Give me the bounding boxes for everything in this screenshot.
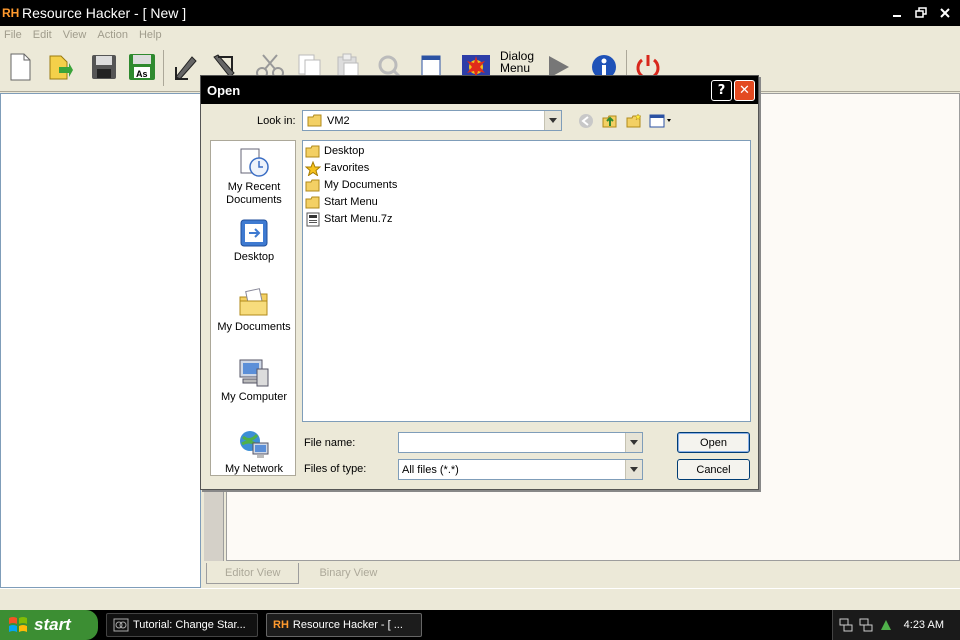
save-icon[interactable] [88, 50, 120, 84]
file-name: Favorites [324, 162, 370, 174]
look-in-value: VM2 [327, 114, 350, 127]
windows-logo-icon [9, 617, 27, 632]
browser-window-icon [113, 618, 129, 632]
archive-file-icon [306, 212, 320, 226]
task-label: Resource Hacker - [ ... [292, 619, 403, 631]
place-my-recent-documents[interactable]: My Recent Documents [211, 147, 297, 207]
places-bar: My Recent Documents Desktop My Documents… [210, 140, 296, 476]
open-file-icon[interactable] [44, 50, 76, 84]
file-name-label: File name: [304, 437, 356, 449]
file-name-input[interactable] [398, 432, 643, 453]
taskbar: start Tutorial: Change Star... RH Resour… [0, 610, 960, 640]
place-label: My Network [224, 463, 284, 475]
folder-icon [305, 179, 320, 191]
place-my-computer[interactable]: My Computer [211, 357, 297, 404]
taskbar-item-tutorial[interactable]: Tutorial: Change Star... [106, 613, 258, 637]
up-folder-icon[interactable] [601, 112, 619, 130]
my-documents-icon [239, 288, 268, 316]
dialog-menu-button[interactable]: Dialog Menu [500, 50, 534, 74]
place-label: My Documents [217, 321, 291, 333]
start-button[interactable]: start [0, 610, 98, 640]
file-list[interactable]: Desktop Favorites My Documents Start Men… [302, 140, 751, 422]
menubar: File Edit View Action Help [0, 26, 960, 44]
view-tabs: Editor View Binary View [204, 563, 960, 588]
list-item[interactable]: Start Menu.7z [305, 211, 392, 227]
look-in-label: Look in: [257, 115, 296, 127]
import-icon[interactable] [170, 50, 202, 84]
file-name: Start Menu [324, 196, 378, 208]
chevron-down-icon[interactable] [625, 460, 642, 479]
app-title: Resource Hacker - [ New ] [22, 5, 187, 21]
dialog-close-button[interactable]: ✕ [734, 80, 755, 101]
chevron-down-icon[interactable] [544, 111, 561, 130]
place-label: My Recent [227, 181, 281, 193]
place-label: Documents [226, 194, 282, 206]
menu-help[interactable]: Help [139, 29, 162, 41]
close-icon[interactable] [934, 3, 956, 23]
view-menu-icon[interactable] [649, 112, 673, 130]
list-item[interactable]: My Documents [305, 177, 397, 193]
menu-file[interactable]: File [4, 29, 22, 41]
open-button[interactable]: Open [677, 432, 750, 453]
task-label: Tutorial: Change Star... [133, 619, 246, 631]
dialog-title: Open [207, 82, 241, 98]
network-icon[interactable] [859, 618, 873, 632]
resource-tree-pane[interactable] [0, 93, 201, 588]
new-file-icon[interactable] [4, 50, 36, 84]
my-network-icon [240, 431, 269, 458]
help-button[interactable]: ? [711, 80, 732, 101]
folder-icon [305, 145, 320, 157]
place-label: My Computer [220, 391, 288, 403]
list-item[interactable]: Favorites [305, 160, 369, 176]
file-name: Start Menu.7z [324, 213, 393, 225]
folder-icon [305, 196, 320, 208]
menu-label: Menu [500, 61, 531, 75]
place-desktop[interactable]: Desktop [211, 217, 297, 264]
svg-text:As: As [136, 69, 148, 79]
menu-action[interactable]: Action [97, 29, 128, 41]
navigation-icons [577, 112, 673, 130]
safely-remove-icon[interactable] [879, 618, 893, 632]
start-label: start [34, 615, 71, 634]
list-item[interactable]: Start Menu [305, 194, 378, 210]
restore-icon[interactable] [910, 3, 932, 23]
place-my-network[interactable]: My Network [211, 429, 297, 476]
new-folder-icon[interactable] [625, 112, 643, 130]
network-icon[interactable] [839, 618, 853, 632]
app-logo-small: RH [273, 619, 289, 631]
file-name: Desktop [324, 145, 365, 157]
look-in-dropdown[interactable]: VM2 [302, 110, 562, 131]
folder-icon [307, 114, 322, 127]
save-as-icon[interactable]: As [126, 50, 158, 84]
file-name: My Documents [324, 179, 398, 191]
cancel-button[interactable]: Cancel [677, 459, 750, 480]
recent-documents-icon [240, 148, 269, 177]
app-titlebar[interactable]: RH Resource Hacker - [ New ] [0, 0, 960, 26]
menu-edit[interactable]: Edit [33, 29, 52, 41]
desktop-icon [240, 219, 268, 247]
app-logo: RH [2, 6, 20, 20]
clock: 4:23 AM [903, 619, 944, 631]
tab-binary-view[interactable]: Binary View [301, 563, 395, 583]
place-label: Desktop [233, 251, 275, 263]
system-tray: 4:23 AM [832, 610, 960, 640]
status-bar [0, 588, 960, 610]
toolbar-separator [163, 50, 164, 86]
taskbar-item-resource-hacker[interactable]: RH Resource Hacker - [ ... [266, 613, 422, 637]
files-of-type-label: Files of type: [304, 463, 367, 475]
dialog-titlebar[interactable]: Open ? ✕ [201, 76, 758, 104]
chevron-down-icon[interactable] [625, 433, 642, 452]
files-of-type-dropdown[interactable]: All files (*.*) [398, 459, 643, 480]
menu-view[interactable]: View [63, 29, 87, 41]
window-controls [886, 3, 956, 23]
minimize-icon[interactable] [886, 3, 908, 23]
back-icon[interactable] [577, 112, 595, 130]
files-of-type-value: All files (*.*) [402, 463, 459, 476]
star-folder-icon [305, 160, 321, 176]
tab-editor-view[interactable]: Editor View [206, 563, 300, 584]
place-my-documents[interactable]: My Documents [211, 287, 297, 334]
my-computer-icon [239, 359, 269, 387]
open-dialog: Open ? ✕ Look in: VM2 My Recent Document… [200, 75, 759, 490]
list-item[interactable]: Desktop [305, 143, 364, 159]
